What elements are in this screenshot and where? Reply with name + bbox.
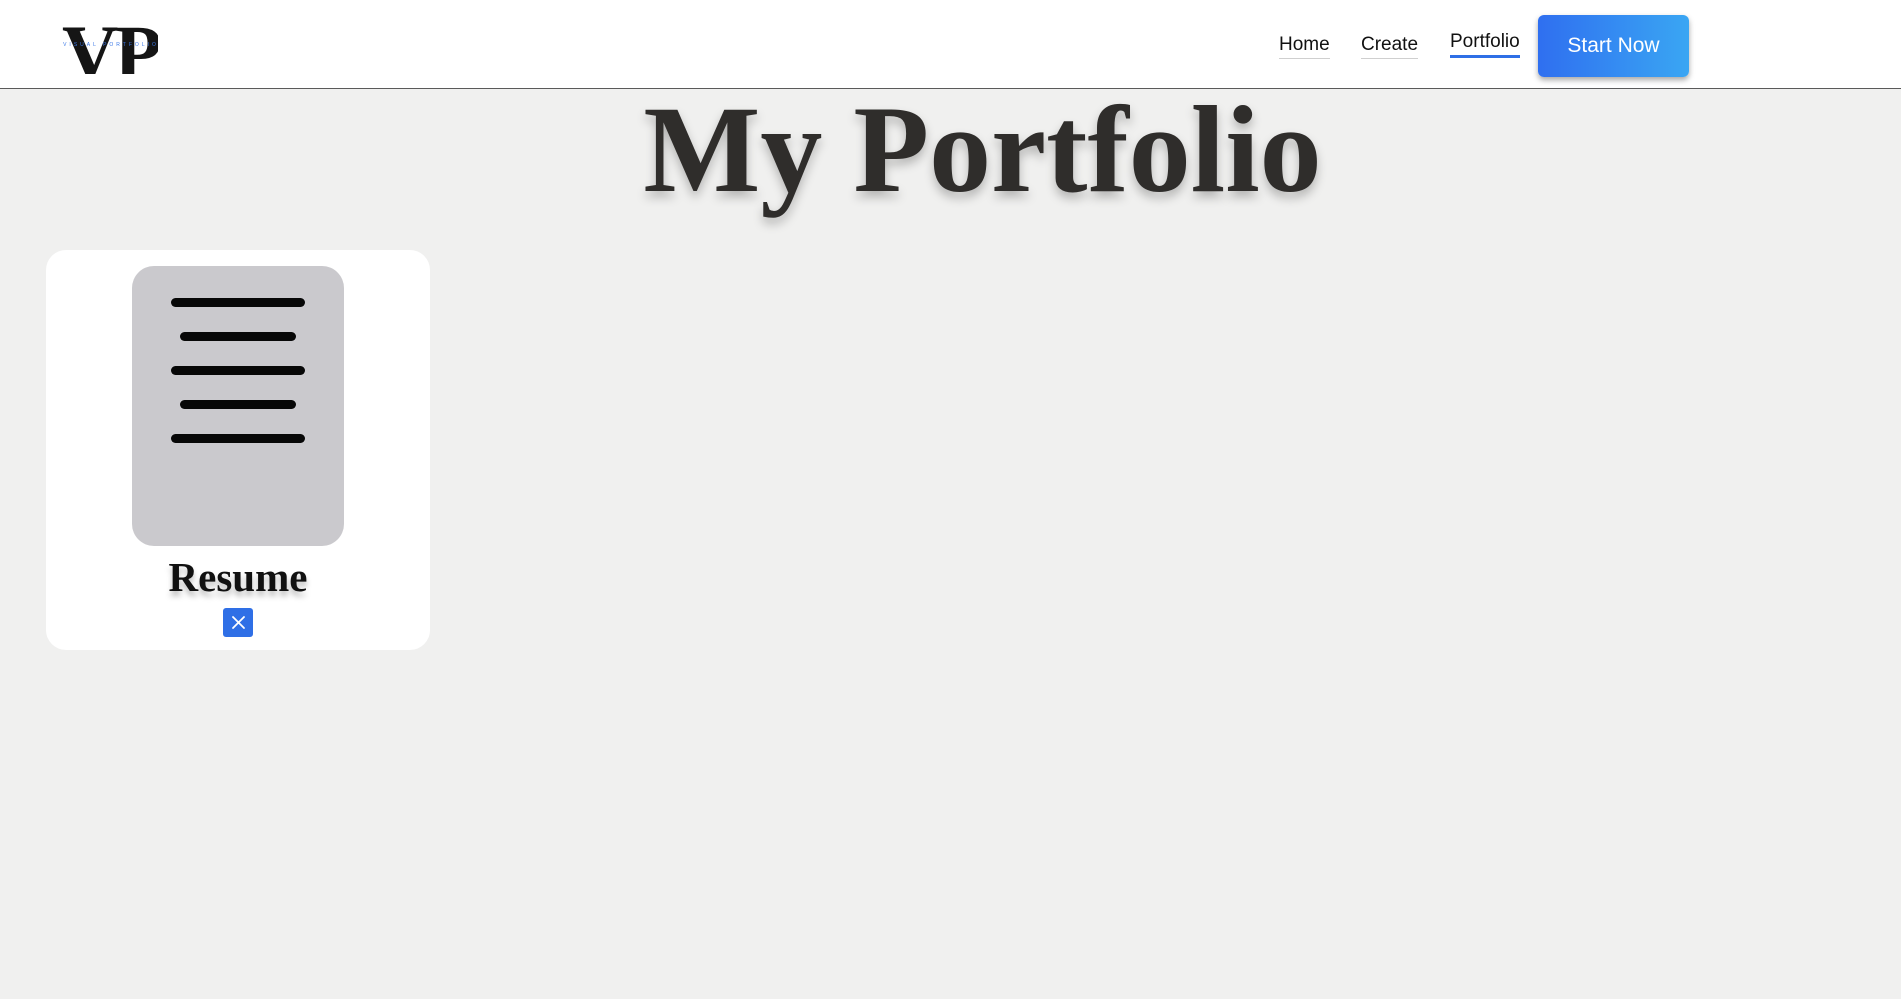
portfolio-card[interactable]: Resume <box>46 250 430 650</box>
nav-portfolio-link[interactable]: Portfolio <box>1450 31 1520 58</box>
document-line <box>180 332 296 341</box>
document-line <box>171 366 305 375</box>
start-now-button[interactable]: Start Now <box>1538 15 1689 77</box>
logo[interactable]: VP VISUAL PORTFOLIO <box>56 14 166 75</box>
nav-create-link[interactable]: Create <box>1361 34 1419 59</box>
document-icon[interactable] <box>132 266 344 546</box>
document-line <box>171 434 305 443</box>
document-line <box>171 298 305 307</box>
card-title: Resume <box>168 554 308 600</box>
logo-tagline: VISUAL PORTFOLIO <box>63 42 159 48</box>
document-line <box>180 400 296 409</box>
close-icon <box>231 616 245 629</box>
page-title: My Portfolio <box>643 81 1322 218</box>
delete-button[interactable] <box>223 608 253 637</box>
navbar: VP VISUAL PORTFOLIO Home Create Portfoli… <box>0 0 1901 89</box>
nav-home-link[interactable]: Home <box>1279 34 1330 59</box>
logo-letters: VP <box>62 9 158 75</box>
